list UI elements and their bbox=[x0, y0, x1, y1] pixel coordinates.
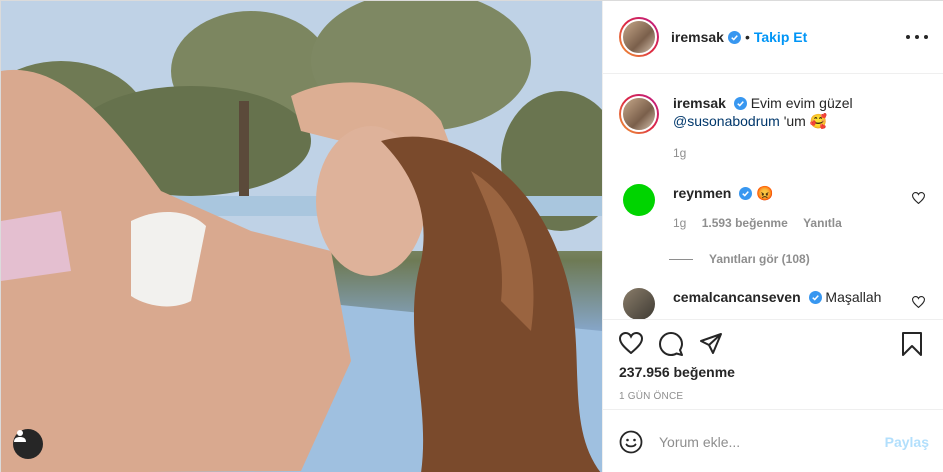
author-username[interactable]: iremsak bbox=[671, 29, 724, 45]
user-tag-icon bbox=[14, 430, 26, 442]
bookmark-icon[interactable] bbox=[901, 332, 923, 356]
caption-text-2: 'um bbox=[783, 113, 806, 129]
caption-row: iremsak Evim evim güzel @susonabodrum 'u… bbox=[619, 94, 929, 162]
caption-emoji: 🥰 bbox=[809, 113, 828, 129]
comment-username[interactable]: cemalcancanseven bbox=[673, 289, 801, 305]
more-icon[interactable] bbox=[906, 28, 928, 46]
post-sidebar: iremsak • Takip Et iremsak Evim evim güz… bbox=[602, 1, 943, 472]
comment-input[interactable]: Yorum ekle... bbox=[659, 434, 885, 450]
reply-button[interactable]: Yanıtla bbox=[803, 216, 842, 230]
caption-avatar[interactable] bbox=[619, 94, 659, 134]
post-photo[interactable] bbox=[1, 1, 602, 472]
comment-likes[interactable]: 1.593 beğenme bbox=[702, 216, 788, 230]
comment-heart-icon[interactable] bbox=[912, 192, 925, 204]
post-modal: iremsak • Takip Et iremsak Evim evim güz… bbox=[0, 0, 943, 472]
comment-avatar[interactable] bbox=[623, 184, 655, 216]
comment-username[interactable]: reynmen bbox=[673, 185, 731, 201]
verified-badge-icon bbox=[727, 30, 741, 44]
add-comment-bar: Yorum ekle... Paylaş bbox=[603, 409, 943, 472]
caption-mention[interactable]: @susonabodrum bbox=[673, 113, 780, 129]
view-replies-button[interactable]: Yanıtları gör (108) bbox=[669, 252, 810, 266]
follow-button[interactable]: Takip Et bbox=[754, 29, 807, 45]
comment-heart-icon[interactable] bbox=[912, 296, 925, 308]
comment-row: reynmen 😡 1g 1.593 beğenme Yanıtla bbox=[619, 184, 929, 232]
post-time: 1 GÜN ÖNCE bbox=[619, 391, 684, 402]
comment-text: Maşallah bbox=[825, 289, 882, 305]
verified-badge-icon bbox=[733, 97, 747, 110]
share-icon[interactable] bbox=[699, 332, 723, 356]
separator-dot: • bbox=[744, 29, 750, 45]
comment-text: 😡 bbox=[756, 185, 774, 201]
heart-icon[interactable] bbox=[619, 332, 643, 354]
comment-row: cemalcancanseven Maşallah bbox=[619, 288, 929, 319]
comment-time: 1g bbox=[673, 216, 687, 230]
caption-text: Evim evim güzel bbox=[750, 95, 853, 111]
author-avatar[interactable] bbox=[619, 17, 659, 57]
user-tag-button[interactable] bbox=[13, 429, 43, 459]
view-replies-label: Yanıtları gör (108) bbox=[709, 252, 810, 266]
post-header: iremsak • Takip Et bbox=[603, 1, 943, 74]
post-comment-button[interactable]: Paylaş bbox=[885, 434, 929, 450]
likes-count[interactable]: 237.956 beğenme bbox=[619, 364, 735, 380]
smiley-icon[interactable] bbox=[619, 430, 643, 454]
comments-list[interactable]: iremsak Evim evim güzel @susonabodrum 'u… bbox=[603, 74, 943, 319]
photo-illustration bbox=[1, 1, 602, 472]
post-actions: 237.956 beğenme 1 GÜN ÖNCE bbox=[603, 319, 943, 402]
verified-badge-icon bbox=[739, 187, 753, 200]
comment-icon[interactable] bbox=[659, 332, 683, 356]
caption-username[interactable]: iremsak bbox=[673, 95, 726, 111]
caption-time: 1g bbox=[673, 146, 687, 160]
verified-badge-icon bbox=[808, 291, 822, 304]
comment-avatar[interactable] bbox=[623, 288, 655, 319]
